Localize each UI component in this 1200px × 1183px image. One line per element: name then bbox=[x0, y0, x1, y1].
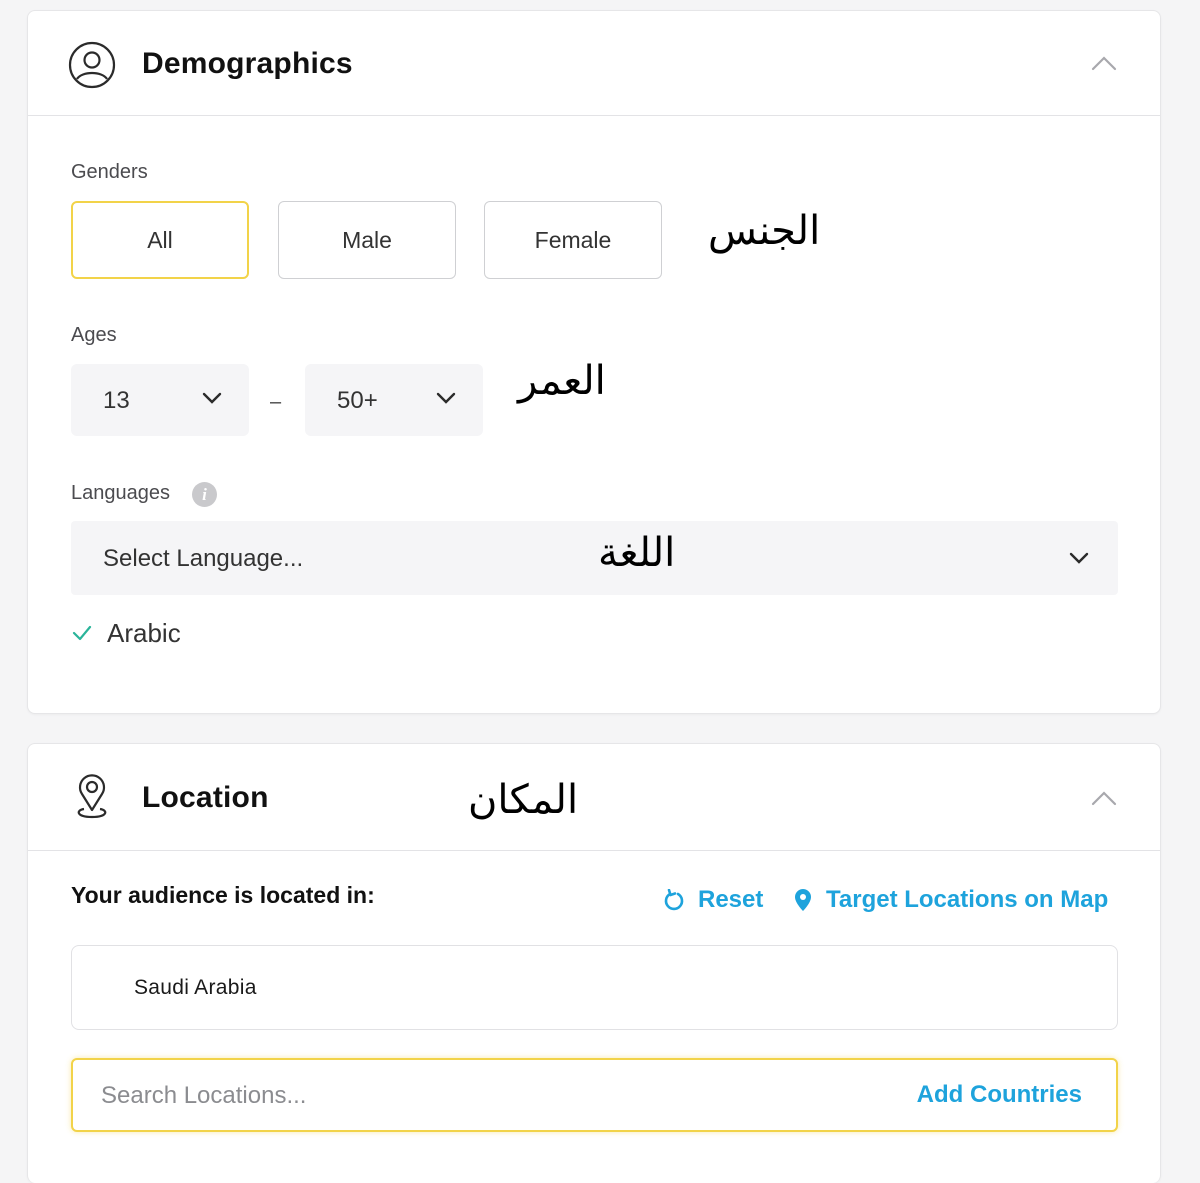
age-range-separator: – bbox=[270, 391, 282, 413]
gender-male-button[interactable]: Male bbox=[278, 201, 456, 279]
location-card: Location المكان Your audience is located… bbox=[27, 743, 1161, 1183]
location-header[interactable]: Location المكان bbox=[28, 744, 1160, 851]
search-locations-input[interactable] bbox=[101, 1078, 861, 1114]
location-item[interactable]: Saudi Arabia bbox=[134, 976, 257, 1000]
selected-language-item[interactable]: Arabic bbox=[71, 617, 181, 649]
location-collapse-button[interactable] bbox=[1088, 784, 1120, 812]
demographics-title: Demographics bbox=[142, 47, 353, 80]
chevron-down-icon bbox=[202, 392, 222, 404]
reset-icon bbox=[664, 889, 684, 911]
selected-language-label: Arabic bbox=[107, 617, 181, 648]
gender-all-button[interactable]: All bbox=[71, 201, 249, 279]
age-min-select[interactable]: 13 bbox=[71, 364, 249, 436]
age-min-value: 13 bbox=[103, 387, 130, 414]
chevron-down-icon bbox=[436, 392, 456, 404]
selected-locations-box: Saudi Arabia bbox=[71, 945, 1118, 1030]
language-select-placeholder: Select Language... bbox=[103, 545, 304, 572]
languages-label: Languages bbox=[71, 482, 170, 504]
age-max-select[interactable]: 50+ bbox=[305, 364, 483, 436]
chevron-up-icon bbox=[1091, 791, 1117, 806]
age-max-value: 50+ bbox=[337, 387, 378, 414]
languages-arabic-annotation: اللغة bbox=[598, 530, 676, 576]
chevron-down-icon bbox=[1069, 552, 1089, 564]
audience-location-label: Your audience is located in: bbox=[71, 882, 375, 908]
target-locations-on-map-button[interactable]: Target Locations on Map bbox=[794, 886, 1108, 914]
gender-female-button[interactable]: Female bbox=[484, 201, 662, 279]
location-search-field[interactable]: Add Countries bbox=[71, 1058, 1118, 1132]
location-title: Location bbox=[142, 781, 269, 814]
demographics-header[interactable]: Demographics bbox=[28, 11, 1160, 116]
map-pin-icon bbox=[68, 772, 116, 820]
checkmark-icon bbox=[72, 625, 92, 641]
add-countries-button[interactable]: Add Countries bbox=[917, 1081, 1082, 1109]
genders-label: Genders bbox=[71, 161, 148, 183]
genders-arabic-annotation: الجنس bbox=[708, 208, 821, 254]
demographics-card: Demographics Genders All Male Female الج… bbox=[27, 10, 1161, 714]
reset-label: Reset bbox=[698, 886, 764, 913]
location-arabic-annotation: المكان bbox=[468, 777, 579, 823]
demographics-collapse-button[interactable] bbox=[1088, 49, 1120, 77]
reset-button[interactable]: Reset bbox=[664, 886, 763, 914]
map-marker-icon bbox=[795, 889, 811, 911]
language-select[interactable]: Select Language... bbox=[71, 521, 1118, 595]
info-icon[interactable]: i bbox=[192, 482, 217, 507]
user-circle-icon bbox=[68, 41, 116, 89]
ages-arabic-annotation: العمر bbox=[518, 358, 606, 404]
ages-label: Ages bbox=[71, 324, 117, 346]
target-locations-on-map-label: Target Locations on Map bbox=[826, 886, 1109, 913]
chevron-up-icon bbox=[1091, 56, 1117, 71]
